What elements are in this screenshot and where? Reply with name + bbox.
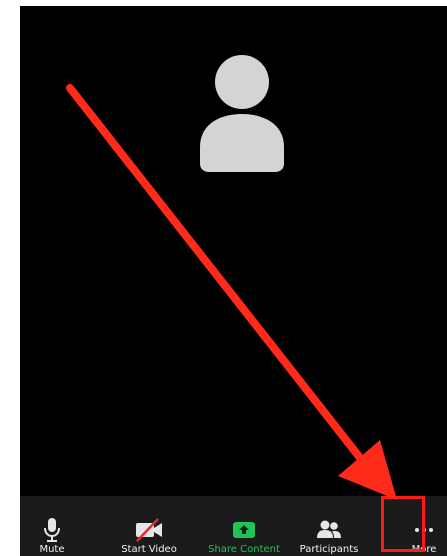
video-area[interactable] bbox=[20, 6, 447, 496]
share-content-button[interactable]: Share Content bbox=[200, 496, 288, 556]
start-video-label: Start Video bbox=[121, 544, 177, 555]
mute-label: Mute bbox=[39, 544, 65, 555]
share-screen-icon bbox=[233, 521, 255, 538]
start-video-button[interactable]: Start Video bbox=[112, 496, 186, 556]
microphone-icon bbox=[44, 517, 60, 542]
participants-icon bbox=[317, 520, 341, 538]
participants-button[interactable]: Participants bbox=[290, 496, 368, 556]
more-highlight-box bbox=[381, 496, 425, 552]
mute-button[interactable]: Mute bbox=[26, 496, 78, 556]
meeting-screen: Mute Start Video Share Content Participa… bbox=[20, 6, 447, 556]
participants-label: Participants bbox=[299, 544, 359, 555]
video-off-icon bbox=[136, 517, 162, 542]
share-content-label: Share Content bbox=[208, 544, 280, 555]
user-avatar-icon bbox=[200, 55, 284, 172]
